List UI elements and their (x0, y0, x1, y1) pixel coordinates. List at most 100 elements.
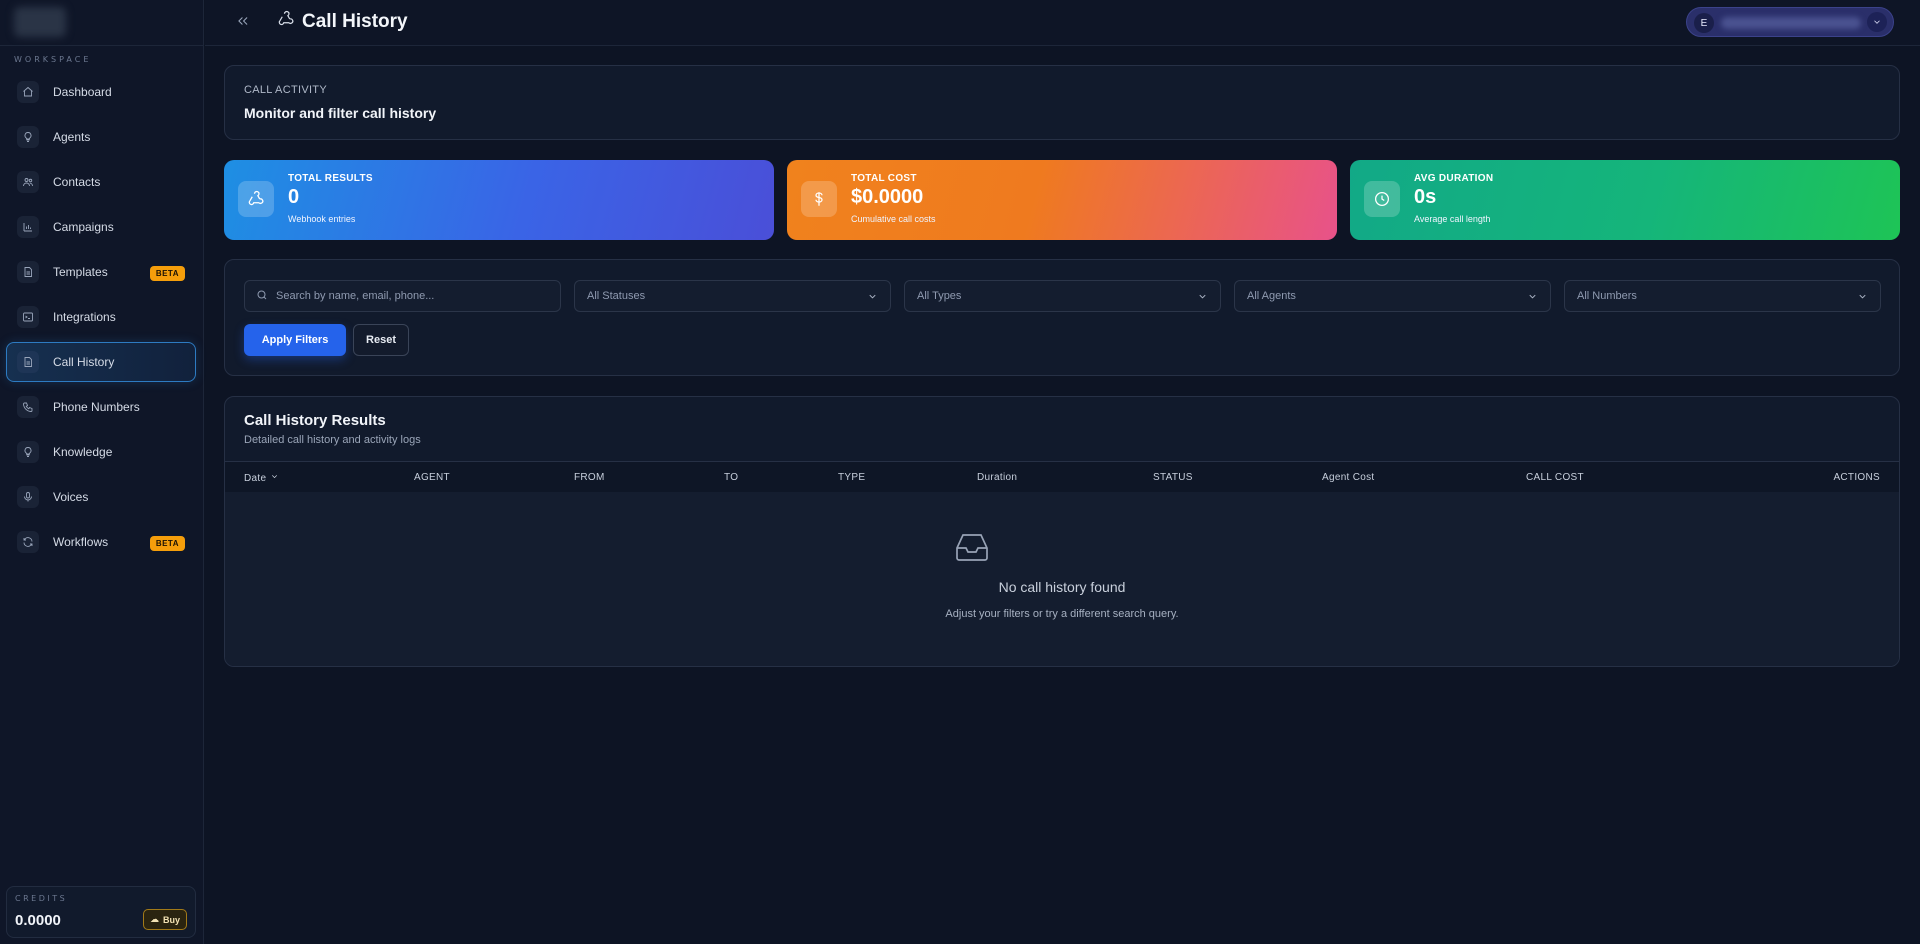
user-email-redacted (1721, 17, 1861, 29)
sidebar-item-phone-numbers[interactable]: Phone Numbers (6, 387, 196, 427)
contacts-icon (17, 171, 39, 193)
stat-card-avg-duration: AVG DURATION 0s Average call length (1350, 160, 1900, 240)
sidebar-item-knowledge[interactable]: Knowledge (6, 432, 196, 472)
dollar-icon (801, 181, 837, 217)
search-placeholder: Search by name, email, phone... (276, 290, 435, 302)
column-date[interactable]: Date (244, 472, 279, 484)
sidebar: WORKSPACE Dashboard Agents Contacts Camp… (0, 0, 204, 944)
stat-label: AVG DURATION (1414, 173, 1494, 184)
stat-subtitle: Cumulative call costs (851, 214, 936, 224)
phone-icon (17, 396, 39, 418)
activity-title: Monitor and filter call history (244, 105, 437, 121)
stat-label: TOTAL RESULTS (288, 173, 373, 184)
sidebar-nav: Dashboard Agents Contacts Campaigns Temp… (6, 72, 196, 567)
sidebar-item-dashboard[interactable]: Dashboard (6, 72, 196, 112)
credits-panel: CREDITS 0.0000 ☁ Buy (6, 886, 196, 938)
column-type: TYPE (838, 472, 866, 483)
sidebar-item-integrations[interactable]: Integrations (6, 297, 196, 337)
apply-filters-button[interactable]: Apply Filters (244, 324, 346, 356)
credits-label: CREDITS (15, 894, 68, 903)
column-actions: ACTIONS (1833, 472, 1880, 483)
column-to: TO (724, 472, 739, 483)
type-select[interactable]: All Types (904, 280, 1221, 312)
column-agent: AGENT (414, 472, 450, 483)
avatar: E (1694, 13, 1714, 33)
chevron-down-icon (1197, 291, 1208, 305)
stat-subtitle: Webhook entries (288, 214, 356, 224)
column-duration: Duration (977, 472, 1018, 483)
collapse-sidebar-button[interactable] (233, 13, 253, 33)
sidebar-item-label: Phone Numbers (53, 400, 140, 414)
home-icon (17, 81, 39, 103)
sidebar-item-label: Integrations (53, 310, 116, 324)
column-from: FROM (574, 472, 605, 483)
sidebar-item-label: Contacts (53, 175, 101, 189)
sidebar-item-call-history[interactable]: Call History (6, 342, 196, 382)
sidebar-item-campaigns[interactable]: Campaigns (6, 207, 196, 247)
sidebar-item-label: Templates (53, 265, 108, 279)
credits-value: 0.0000 (15, 912, 61, 929)
empty-state-subtitle: Adjust your filters or try a different s… (945, 608, 1179, 620)
chevron-down-icon (1527, 291, 1538, 305)
sidebar-item-contacts[interactable]: Contacts (6, 162, 196, 202)
terminal-icon (17, 306, 39, 328)
page-title: Call History (302, 10, 408, 32)
agent-select[interactable]: All Agents (1234, 280, 1551, 312)
user-menu[interactable]: E (1686, 7, 1894, 37)
table-header: Date AGENT FROM TO TYPE Duration STATUS … (225, 461, 1899, 492)
status-select[interactable]: All Statuses (574, 280, 891, 312)
column-status: STATUS (1153, 472, 1193, 483)
number-select-value: All Numbers (1577, 290, 1637, 302)
search-icon (245, 289, 276, 304)
activity-eyebrow: CALL ACTIVITY (244, 84, 327, 96)
clock-icon (1364, 181, 1400, 217)
top-bar: Call History E (205, 0, 1920, 46)
call-activity-panel: CALL ACTIVITY Monitor and filter call hi… (224, 65, 1900, 140)
workspace-label: WORKSPACE (14, 55, 92, 64)
sidebar-item-label: Voices (53, 490, 89, 504)
cloud-icon: ☁ (149, 914, 159, 924)
call-history-results-panel: Call History Results Detailed call histo… (224, 396, 1900, 667)
stat-label: TOTAL COST (851, 173, 917, 184)
webhook-icon (238, 181, 274, 217)
sidebar-item-templates[interactable]: Templates BETA (6, 252, 196, 292)
sidebar-item-workflows[interactable]: Workflows BETA (6, 522, 196, 562)
stat-card-total-cost: TOTAL COST $0.0000 Cumulative call costs (787, 160, 1337, 240)
results-subtitle: Detailed call history and activity logs (244, 434, 421, 446)
column-call-cost: CALL COST (1526, 472, 1584, 483)
mic-icon (17, 486, 39, 508)
stat-value: $0.0000 (851, 186, 924, 208)
document-icon (17, 261, 39, 283)
reset-button[interactable]: Reset (353, 324, 409, 356)
sidebar-item-voices[interactable]: Voices (6, 477, 196, 517)
chevron-down-icon (867, 291, 878, 305)
sidebar-item-agents[interactable]: Agents (6, 117, 196, 157)
filters-panel: Search by name, email, phone... All Stat… (224, 259, 1900, 376)
sidebar-item-label: Agents (53, 130, 91, 144)
empty-state-title: No call history found (998, 579, 1126, 595)
results-title: Call History Results (244, 412, 386, 429)
stat-value: 0s (1414, 186, 1437, 208)
chevron-down-icon (1857, 291, 1868, 305)
status-select-value: All Statuses (587, 290, 646, 302)
bulb-icon (17, 441, 39, 463)
stat-value: 0 (288, 186, 300, 208)
buy-credits-button[interactable]: ☁ Buy (143, 909, 187, 930)
sidebar-item-label: Knowledge (53, 445, 113, 459)
number-select[interactable]: All Numbers (1564, 280, 1881, 312)
page-title-group: Call History (277, 10, 408, 33)
refresh-icon (17, 531, 39, 553)
column-label: Date (244, 472, 267, 484)
type-select-value: All Types (917, 290, 962, 302)
beta-badge: BETA (149, 266, 185, 281)
stat-card-total-results: TOTAL RESULTS 0 Webhook entries (224, 160, 774, 240)
document-icon (17, 351, 39, 373)
beta-badge: BETA (149, 536, 185, 551)
search-input[interactable]: Search by name, email, phone... (244, 280, 561, 312)
buy-label: Buy (162, 914, 180, 925)
logo[interactable] (14, 7, 66, 37)
inbox-icon (953, 530, 991, 564)
agent-select-value: All Agents (1247, 290, 1296, 302)
chevron-down-icon (270, 472, 279, 484)
column-agent-cost: Agent Cost (1322, 472, 1375, 483)
